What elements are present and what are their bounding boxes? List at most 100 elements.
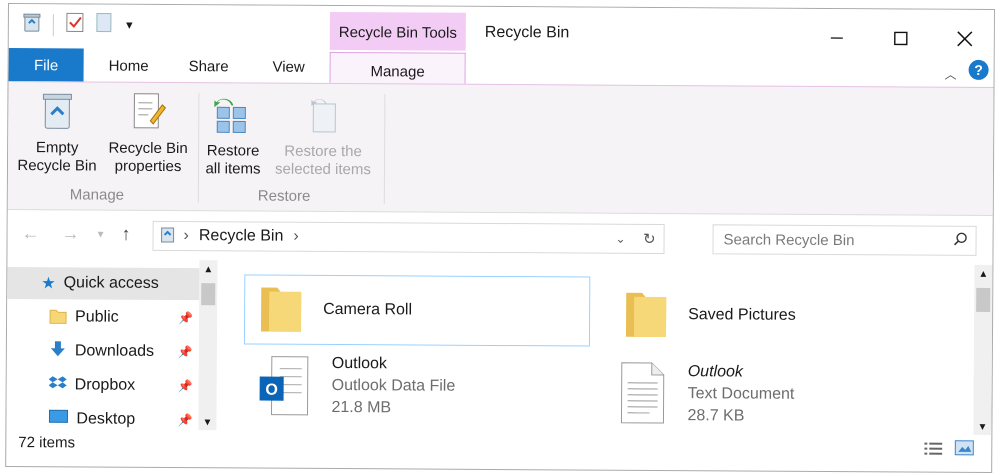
- item-count: 72 items: [18, 434, 76, 452]
- tab-view[interactable]: View: [259, 50, 319, 84]
- refresh-icon[interactable]: ↻: [643, 230, 656, 248]
- pin-icon[interactable]: 📌: [178, 311, 193, 325]
- recycle-bin-icon: [14, 90, 100, 136]
- nav-pane-scrollbar[interactable]: ▲ ▼: [198, 260, 218, 431]
- details-view-icon[interactable]: [924, 442, 943, 460]
- file-item[interactable]: Outlook Text Document 28.7 KB: [619, 361, 949, 435]
- folder-icon: [624, 286, 668, 343]
- scrollbar-thumb[interactable]: [201, 283, 216, 306]
- scroll-down-icon[interactable]: ▼: [973, 422, 991, 433]
- nav-label: Downloads: [74, 342, 155, 360]
- restore-all-items-button[interactable]: Restore all items: [200, 95, 267, 178]
- download-icon: [49, 340, 67, 363]
- navigation-bar: ← → ▼ ↑ › Recycle Bin › ⌄ ↻ Search Recyc…: [7, 211, 993, 264]
- ribbon-divider: [383, 94, 386, 205]
- back-arrow-icon[interactable]: ←: [22, 223, 40, 244]
- help-icon[interactable]: ?: [968, 59, 989, 80]
- ribbon: Empty Recycle Bin Recycle Bin properties…: [7, 81, 994, 217]
- breadcrumb-item[interactable]: Recycle Bin: [199, 227, 284, 246]
- file-name: Outlook: [331, 354, 387, 373]
- pin-icon[interactable]: 📌: [177, 413, 192, 427]
- manage-group-label: Manage: [69, 186, 125, 204]
- restore-selected-items-button[interactable]: Restore the selected items: [268, 96, 379, 180]
- nav-label: Desktop: [76, 410, 136, 428]
- folder-icon: [259, 281, 303, 338]
- folder-icon: [49, 306, 67, 329]
- recycle-bin-small-icon[interactable]: [23, 12, 41, 37]
- properties-label-2: properties: [114, 157, 182, 176]
- star-icon: ★: [41, 275, 56, 293]
- empty-label-1: Empty: [35, 139, 79, 157]
- nav-item-quick-access[interactable]: ★ Quick access: [7, 267, 200, 301]
- quick-access-toolbar: ▼: [23, 12, 135, 38]
- tab-home[interactable]: Home: [99, 49, 159, 83]
- breadcrumb-chevron-icon[interactable]: ›: [184, 227, 189, 245]
- properties-label-1: Recycle Bin: [108, 139, 188, 158]
- restore-group-label: Restore: [257, 187, 311, 205]
- nav-label: Quick access: [63, 274, 159, 292]
- restore-selected-label-2: selected items: [275, 160, 371, 179]
- address-bar[interactable]: › Recycle Bin › ⌄ ↻: [152, 220, 665, 255]
- search-icon[interactable]: [953, 232, 968, 250]
- pin-icon[interactable]: 📌: [178, 345, 193, 359]
- recycle-bin-small-icon: [160, 224, 176, 247]
- up-arrow-icon[interactable]: ↑: [122, 224, 131, 245]
- restore-selected-label-1: Restore the: [284, 142, 362, 161]
- forward-arrow-icon[interactable]: →: [62, 223, 80, 244]
- scroll-down-icon[interactable]: ▼: [198, 417, 216, 428]
- large-icons-view-icon[interactable]: [954, 440, 974, 460]
- collapse-ribbon-icon[interactable]: ︿: [945, 66, 957, 83]
- file-type: Outlook Data File: [331, 376, 456, 395]
- content-scrollbar[interactable]: ▲ ▼: [973, 264, 993, 436]
- restore-selected-icon: [268, 96, 378, 140]
- text-document-icon: [619, 361, 665, 430]
- file-list: Camera Roll Saved Pictures O Outlook Out…: [221, 260, 993, 436]
- nav-item-public[interactable]: Public 📌: [7, 301, 199, 334]
- file-name: Outlook: [687, 363, 743, 381]
- maximize-button[interactable]: [881, 23, 921, 53]
- address-dropdown-icon[interactable]: ⌄: [615, 232, 625, 246]
- explorer-window: ▼ Recycle Bin Tools Recycle Bin File Hom…: [5, 3, 995, 474]
- file-name: Camera Roll: [323, 300, 413, 319]
- search-box[interactable]: Search Recycle Bin: [712, 224, 977, 256]
- search-input[interactable]: Search Recycle Bin: [724, 231, 855, 249]
- file-item[interactable]: Saved Pictures: [618, 283, 948, 349]
- nav-label: Public: [75, 308, 119, 326]
- breadcrumb-chevron-icon[interactable]: ›: [293, 228, 298, 246]
- scroll-up-icon[interactable]: ▲: [974, 269, 992, 280]
- desktop-icon: [48, 409, 69, 430]
- new-folder-icon[interactable]: [96, 13, 112, 38]
- scrollbar-thumb[interactable]: [976, 287, 991, 313]
- recycle-bin-properties-button[interactable]: Recycle Bin properties: [100, 91, 197, 177]
- recent-locations-icon[interactable]: ▼: [96, 230, 106, 241]
- outlook-data-file-icon: O: [257, 353, 311, 424]
- properties-check-icon[interactable]: [66, 12, 84, 37]
- customize-qat-dropdown-icon[interactable]: ▼: [124, 19, 135, 31]
- properties-icon: [100, 91, 196, 137]
- nav-item-downloads[interactable]: Downloads 📌: [7, 335, 199, 368]
- tab-file[interactable]: File: [8, 48, 84, 83]
- empty-recycle-bin-button[interactable]: Empty Recycle Bin: [14, 90, 101, 176]
- file-item[interactable]: O Outlook Outlook Data File 21.8 MB: [257, 353, 597, 429]
- file-name: Saved Pictures: [688, 306, 796, 324]
- nav-label: Dropbox: [74, 376, 136, 394]
- title-bar: ▼ Recycle Bin Tools Recycle Bin: [8, 4, 994, 55]
- close-button[interactable]: [945, 24, 985, 54]
- navigation-pane: ★ Quick access Public 📌 Downloads 📌 Drop…: [6, 259, 220, 431]
- file-size: 21.8 MB: [331, 398, 392, 417]
- scroll-up-icon[interactable]: ▲: [199, 264, 217, 275]
- restore-all-label-1: Restore: [206, 142, 260, 160]
- window-title: Recycle Bin: [484, 23, 570, 42]
- restore-all-label-2: all items: [205, 160, 261, 178]
- svg-text:O: O: [265, 382, 278, 399]
- contextual-tab-title: Recycle Bin Tools: [338, 24, 457, 42]
- nav-item-dropbox[interactable]: Dropbox 📌: [7, 369, 199, 402]
- contextual-tab-header: Recycle Bin Tools: [329, 11, 466, 55]
- file-type: Text Document: [687, 385, 795, 403]
- file-item[interactable]: Camera Roll: [243, 274, 591, 347]
- dropbox-icon: [48, 374, 67, 397]
- file-size: 28.7 KB: [687, 407, 745, 425]
- tab-share[interactable]: Share: [179, 49, 239, 83]
- pin-icon[interactable]: 📌: [178, 379, 193, 393]
- minimize-button[interactable]: [817, 23, 857, 53]
